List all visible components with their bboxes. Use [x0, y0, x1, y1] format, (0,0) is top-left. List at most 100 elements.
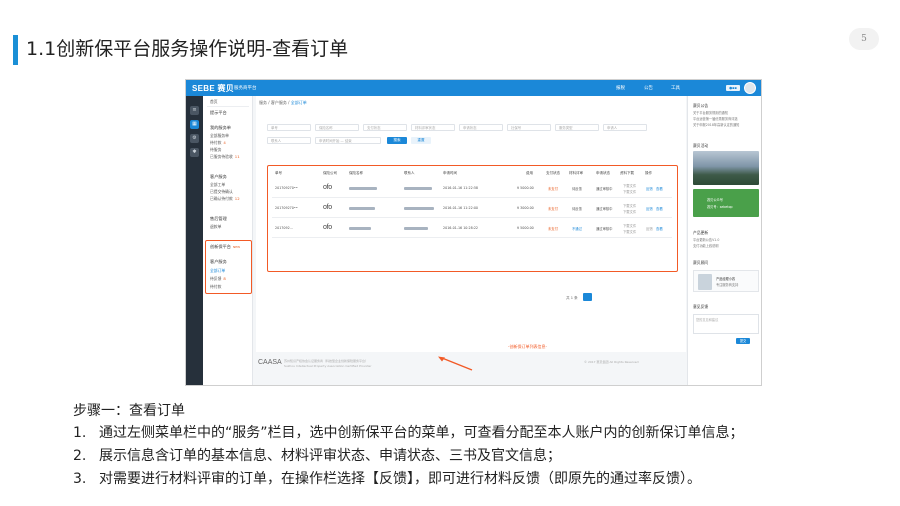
notice-item[interactable]: 关于平台服务规则的通知 — [693, 110, 728, 115]
filter-payment-status[interactable]: 支付状态 — [363, 124, 407, 131]
filter-contact[interactable]: 联系人 — [267, 137, 311, 144]
step-item: 3. 对需要进行材料评审的订单，在操作栏选择【反馈】，即可进行材料反馈（即原先的… — [73, 468, 893, 491]
column-header: 操作 — [645, 171, 652, 175]
filter-order-no[interactable]: 单号 — [267, 124, 311, 131]
download-link[interactable]: 下载文件 — [623, 203, 636, 208]
sidebar-item-home[interactable]: 首页 — [210, 99, 218, 105]
grid-icon[interactable]: ▦ — [190, 120, 199, 129]
column-header: 保险名称 — [349, 171, 363, 175]
reset-button[interactable]: 重置 — [411, 137, 431, 144]
insurer-logo: ofo — [323, 184, 332, 191]
feedback-link[interactable]: 反馈 — [646, 186, 653, 191]
user-avatar[interactable] — [744, 82, 756, 94]
order-no-cell: 2017092... — [275, 226, 293, 230]
sidebar-item-label: 待付款 — [210, 140, 222, 145]
feedback-placeholder: 您的意见和建议 — [696, 318, 719, 322]
gear-icon[interactable]: ✱ — [190, 148, 199, 157]
sidebar-item-label: 已服务待验收 — [210, 154, 233, 159]
download-link[interactable]: 下载文件 — [623, 189, 636, 194]
apply-time-cell: 2016-01-16 11:22:00 — [443, 206, 479, 210]
topnav-link-tools[interactable]: 工具 — [671, 85, 680, 91]
wechat-line: 赛贝公众号 — [707, 198, 723, 202]
feedback-textarea[interactable]: 您的意见和建议 — [693, 314, 759, 334]
sidebar-group-my-orders: 我的服务单 — [210, 125, 231, 130]
pager-next-button[interactable] — [583, 293, 592, 301]
view-link[interactable]: 查看 — [656, 226, 663, 231]
feedback-link[interactable]: 反馈 — [646, 206, 653, 211]
filter-insurance-name[interactable]: 保险名称 — [315, 124, 359, 131]
filter-social-no[interactable]: 社保号 — [507, 124, 551, 131]
filter-applicant[interactable]: 申请人 — [603, 124, 647, 131]
notice-item[interactable]: 平台运营第一届优秀服务商评选 — [693, 116, 738, 121]
view-link[interactable]: 查看 — [656, 206, 663, 211]
review-cell: 待反馈 — [572, 207, 582, 211]
sidebar-highlight-box — [205, 240, 252, 294]
icon-rail: ≡ ▦ ⚙ ✱ — [186, 96, 203, 385]
wechat-banner[interactable]: 赛贝公众号 赛贝号：sebetop — [693, 189, 759, 217]
fee-cell: ¥ 3000.00 — [517, 206, 534, 210]
fee-cell: ¥ 5000.00 — [517, 186, 534, 190]
fee-cell: ¥ 5000.00 — [517, 226, 534, 230]
settings-icon[interactable]: ⚙ — [190, 134, 199, 143]
breadcrumb-item[interactable]: 服务 — [259, 100, 267, 105]
filter-date-range[interactable]: 申请时间开始 — 结束 — [315, 137, 381, 144]
brand-logo[interactable]: SEBE 赛贝 — [192, 83, 234, 94]
topnav-link-tax[interactable]: 报税 — [616, 85, 625, 91]
filter-review-status[interactable]: 材料评审状态 — [411, 124, 455, 131]
column-header: 申请时间 — [443, 171, 457, 175]
sidebar-group-after-sales: 售后管理 — [210, 216, 227, 221]
sidebar-item-pending-service[interactable]: 待服务 — [210, 147, 221, 153]
page-number: 5 — [849, 28, 879, 50]
step-item: 2. 展示信息含订单的基本信息、材料评审状态、申请状态、三书及官文信息； — [73, 445, 893, 468]
count-badge: 4 — [223, 140, 226, 145]
product-item[interactable]: 支付功能上线说明 — [693, 243, 719, 248]
menu-icon[interactable]: ≡ — [190, 106, 199, 115]
sidebar-item-confirmed[interactable]: 已确认待付款 12 — [210, 196, 240, 202]
order-no-cell: 201709270•• — [275, 206, 298, 210]
filter-service-type[interactable]: 服务类型 — [555, 124, 599, 131]
sidebar-item-pending-acceptance[interactable]: 已服务待验收 11 — [210, 154, 240, 160]
sidebar-item-pending-payment[interactable]: 待付款 4 — [210, 140, 226, 146]
insurer-logo: ofo — [323, 224, 332, 231]
apply-status-cell: 通过审核中 — [596, 207, 613, 211]
column-header: 资料下载 — [620, 171, 634, 175]
redacted-contact — [404, 227, 428, 230]
download-link[interactable]: 下载文件 — [623, 223, 636, 228]
view-link[interactable]: 查看 — [656, 186, 663, 191]
product-item[interactable]: 平台更新公告V1.0 — [693, 237, 719, 242]
redacted-name — [349, 207, 375, 210]
table-row: 201709270•• ofo 2016-01-16 11:22:58 ¥ 50… — [272, 180, 672, 198]
column-header: 联系人 — [404, 171, 415, 175]
download-link[interactable]: 下载文件 — [623, 209, 636, 214]
instructions: 步骤一：查看订单 1. 通过左侧菜单栏中的“服务”栏目，选中创新保平台的菜单，可… — [73, 400, 893, 491]
filter-apply-status[interactable]: 申请状态 — [459, 124, 503, 131]
breadcrumb-item[interactable]: 客户服务 — [271, 100, 287, 105]
sidebar-item-platform[interactable]: 提示平台 — [210, 110, 227, 116]
sidebar-item-label: 已确认待付款 — [210, 196, 233, 201]
wechat-line: 赛贝号：sebetop — [707, 205, 733, 209]
pay-status-cell: 未支付 — [548, 187, 558, 191]
advisor-card[interactable]: 产品经理小赛 专注服务商支持 — [693, 270, 759, 292]
breadcrumb: 服务 / 客户服务 / 全部订单 — [259, 100, 307, 105]
redacted-contact — [404, 207, 434, 210]
notice-item[interactable]: 关于申报2018年高新认定的通知 — [693, 122, 739, 127]
review-cell: 不通过 — [572, 227, 582, 231]
redacted-name — [349, 227, 371, 230]
activity-photo[interactable] — [693, 151, 759, 185]
feedback-link[interactable]: 反馈 — [646, 226, 653, 231]
download-link[interactable]: 下载文件 — [623, 183, 636, 188]
sidebar-item-all-tickets[interactable]: 全部工单 — [210, 182, 225, 188]
footer-line: Suzhou Intellectual Property Association… — [284, 364, 372, 368]
product-title: 产品更新 — [693, 230, 709, 235]
search-button[interactable]: 搜索 — [387, 137, 407, 144]
title-accent-bar — [13, 35, 18, 65]
sidebar-item-refunds[interactable]: 退款单 — [210, 224, 221, 230]
topnav-link-notice[interactable]: 公告 — [644, 85, 653, 91]
feedback-submit-button[interactable]: 提交 — [736, 338, 750, 344]
download-link[interactable]: 下载文件 — [623, 229, 636, 234]
sidebar-item-submitted[interactable]: 已提交待确认 — [210, 189, 233, 195]
sidebar-item-all-orders[interactable]: 全部服务单 — [210, 133, 229, 139]
main-content: 服务 / 客户服务 / 全部订单 单号 保险名称 支付状态 材料评审状态 申请状… — [256, 96, 686, 385]
insurer-logo: ofo — [323, 204, 332, 211]
slide-title: 1.1创新保平台服务操作说明-查看订单 — [26, 38, 349, 60]
